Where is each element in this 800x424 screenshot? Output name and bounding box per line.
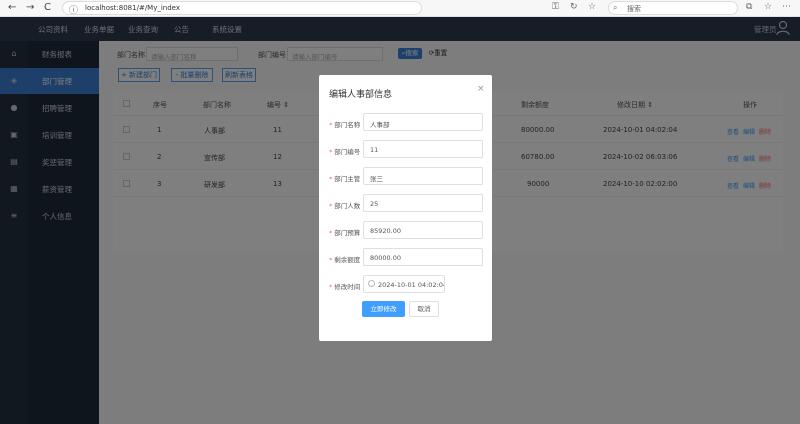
key-icon[interactable]: ⚿ [552,2,559,12]
field-label-budget: * 部门预算 [329,227,360,237]
dept-name-input[interactable]: 人事部 [363,113,483,131]
field-label-text: 修改时间 [334,283,361,291]
browser-search-input[interactable]: ⌕ 搜索 [608,1,738,15]
sync-icon[interactable]: ↻ [570,2,578,12]
browser-toolbar: ← → C ⓘ localhost:8081/#/My_index ⚿ ↻ ☆ … [0,0,800,17]
address-bar[interactable]: ⓘ localhost:8081/#/My_index [62,1,422,16]
required-mark: * [329,256,333,264]
budget-input[interactable]: 85920.00 [363,221,483,239]
dialog-title: 编辑人事部信息 [329,90,393,100]
modified-time-value: 2024-10-01 04:02:04 [378,281,445,289]
remaining-input[interactable]: 80000.00 [363,248,483,266]
forward-icon[interactable]: → [26,2,34,14]
field-label-modified-time: * 修改时间 [329,281,360,291]
manager-input[interactable]: 张三 [363,167,483,185]
field-label-manager: * 部门主管 [329,173,360,183]
search-placeholder: 搜索 [627,5,641,13]
field-label-dept-no: * 部门编号 [329,146,360,156]
cancel-button[interactable]: 取消 [409,301,439,317]
search-icon: ⌕ [613,3,618,12]
required-mark: * [329,175,333,183]
field-label-text: 部门主管 [334,175,361,183]
back-icon[interactable]: ← [8,2,16,14]
info-icon: ⓘ [69,6,79,16]
field-label-text: 剩余额度 [334,256,361,264]
field-label-text: 部门预算 [334,229,361,237]
required-mark: * [329,148,333,156]
field-label-text: 部门名称 [334,121,361,129]
favorite-icon[interactable]: ☆ [588,2,596,12]
field-label-headcount: * 部门人数 [329,200,360,210]
required-mark: * [329,121,333,129]
field-label-text: 部门编号 [334,148,361,156]
reload-icon[interactable]: C [44,2,51,14]
field-label-remaining: * 剩余额度 [329,254,360,264]
close-icon[interactable]: × [477,84,485,94]
field-label-text: 部门人数 [334,202,361,210]
required-mark: * [329,283,333,291]
edit-department-dialog: 编辑人事部信息 × * 部门名称 人事部 * 部门编号 11 * 部门主管 张三 * 部… [319,75,492,341]
field-label-dept-name: * 部门名称 [329,119,360,129]
menu-icon[interactable]: ⋯ [782,2,791,12]
dept-no-input[interactable]: 11 [363,140,483,158]
modified-time-picker[interactable]: 2024-10-01 04:02:04 [363,275,445,293]
submit-edit-button[interactable]: 立即修改 [362,301,405,317]
split-icon[interactable]: ⧉ [746,2,752,12]
collections-icon[interactable]: ☆ [764,2,772,12]
required-mark: * [329,229,333,237]
url-text: localhost:8081/#/My_index [85,4,181,12]
headcount-input[interactable]: 25 [363,194,483,212]
clock-icon [368,280,375,287]
required-mark: * [329,202,333,210]
